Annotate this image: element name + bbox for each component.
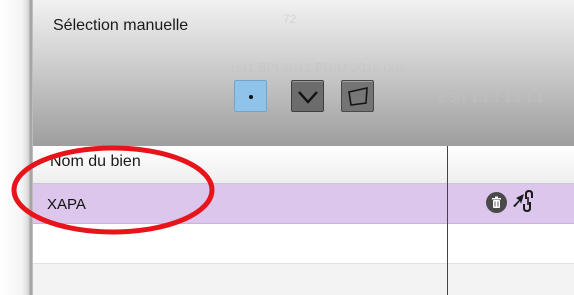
chevron-down-icon xyxy=(298,91,318,104)
manual-selection-panel: Sélection manuelle 72 1s(1 BPI 2012 PDIM… xyxy=(33,0,574,295)
line-select-button[interactable] xyxy=(291,80,324,112)
polygon-icon xyxy=(348,86,368,106)
column-header-name[interactable]: Nom du bien xyxy=(50,153,141,171)
background-text: 1s(1 BPI 2012 PDIM 2016 001 xyxy=(229,60,406,75)
asset-name-cell: XAPA xyxy=(47,196,86,213)
dot-icon xyxy=(249,95,253,99)
point-select-button[interactable] xyxy=(234,80,267,112)
panel-title: Sélection manuelle xyxy=(53,17,189,34)
table-row[interactable] xyxy=(33,224,574,264)
link-icon[interactable] xyxy=(522,189,534,213)
table-row[interactable] xyxy=(33,264,574,295)
background-text: 72 xyxy=(283,12,297,26)
trash-icon[interactable] xyxy=(486,192,507,213)
polygon-select-button[interactable] xyxy=(341,80,374,112)
window-edge xyxy=(0,0,33,295)
panel-header: Sélection manuelle 72 1s(1 BPI 2012 PDIM… xyxy=(33,0,574,146)
background-text: 2 5(1 1 1 1 1 1 1 1 xyxy=(438,90,544,105)
table-row[interactable]: XAPA xyxy=(33,184,574,224)
column-divider xyxy=(447,146,448,295)
